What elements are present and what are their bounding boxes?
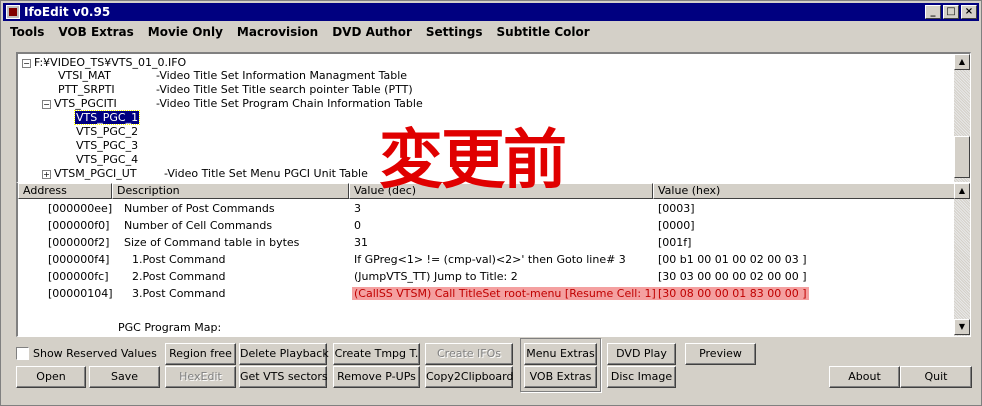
- cell-value-dec: (JumpVTS_TT) Jump to Title: 2: [354, 270, 518, 283]
- cell-address: [000000f4]: [48, 253, 110, 266]
- menu-subtitle-color[interactable]: Subtitle Color: [490, 25, 597, 39]
- cell-value-dec-highlighted: (CallSS VTSM) Call TitleSet root-menu [R…: [352, 287, 658, 300]
- tree-item-label: PTT_SRPTI: [58, 83, 115, 96]
- cell-description: Number of Cell Commands: [124, 219, 273, 232]
- minimize-icon[interactable]: _: [925, 5, 941, 19]
- cell-value-hex: [0003]: [658, 202, 695, 215]
- tree-item-label: VTS_PGC_3: [76, 139, 139, 152]
- expand-icon[interactable]: +: [42, 169, 51, 179]
- save-button[interactable]: Save: [89, 366, 160, 388]
- tree-item-label: VTS_PGC_4: [76, 153, 139, 166]
- app-icon[interactable]: [6, 5, 20, 19]
- tree-item-vts-pgc-3[interactable]: VTS_PGC_3: [76, 139, 138, 153]
- col-header-description[interactable]: Description: [112, 183, 349, 199]
- collapse-icon[interactable]: −: [22, 58, 31, 68]
- cell-address: [000000f2]: [48, 236, 110, 249]
- window-title: IfoEdit v0.95: [24, 5, 111, 19]
- show-reserved-label: Show Reserved Values: [33, 347, 157, 360]
- remove-pups-button[interactable]: Remove P-UPs: [333, 366, 420, 388]
- tree-item-label: VTSI_MAT: [58, 69, 111, 82]
- col-header-address[interactable]: Address: [18, 183, 112, 199]
- cell-value-hex: [00 b1 00 01 00 02 00 03 ]: [658, 253, 807, 266]
- col-header-value-hex[interactable]: Value (hex): [653, 183, 956, 199]
- tree-item-desc: -Video Title Set Menu PGCI Unit Table: [164, 167, 368, 180]
- tree-item-desc: -Video Title Set Program Chain Informati…: [156, 97, 423, 110]
- tree-item-label: VTSM_PGCI_UT: [54, 167, 137, 180]
- tree-item-desc: -Video Title Set Information Managment T…: [156, 69, 408, 82]
- tree-root[interactable]: − F:¥VIDEO_TS¥VTS_01_0.IFO: [22, 56, 186, 70]
- copy-to-clipboard-button[interactable]: Copy2Clipboard: [425, 366, 513, 388]
- app-window: IfoEdit v0.95 _ □ × Tools VOB Extras Mov…: [0, 0, 982, 406]
- scroll-up-icon[interactable]: ▲: [954, 183, 970, 199]
- dvd-play-button[interactable]: DVD Play: [607, 343, 676, 365]
- scroll-up-icon[interactable]: ▲: [954, 54, 970, 70]
- tree-item-vts-pgciti[interactable]: − VTS_PGCITI: [42, 97, 117, 111]
- menu-dvd-author[interactable]: DVD Author: [325, 25, 419, 39]
- hexedit-button[interactable]: HexEdit: [165, 366, 236, 388]
- cell-description: 3.Post Command: [132, 287, 226, 300]
- tree-scrollbar[interactable]: ▲: [954, 54, 970, 182]
- cell-address: [000000ee]: [48, 202, 113, 215]
- collapse-icon[interactable]: −: [42, 99, 51, 109]
- cell-description: Size of Command table in bytes: [124, 236, 300, 249]
- vob-extras-button[interactable]: VOB Extras: [524, 366, 597, 388]
- menu-extras-button[interactable]: Menu Extras: [524, 343, 597, 365]
- open-button[interactable]: Open: [16, 366, 86, 388]
- pgc-program-map-label: PGC Program Map:: [118, 321, 222, 334]
- tree-item-ptt-srpti[interactable]: PTT_SRPTI: [58, 83, 115, 97]
- tree-item-vtsm-pgci-ut[interactable]: + VTSM_PGCI_UT: [42, 167, 137, 181]
- cell-value-hex: [30 03 00 00 00 02 00 00 ]: [658, 270, 807, 283]
- checkbox-box[interactable]: [16, 347, 29, 360]
- preview-button[interactable]: Preview: [685, 343, 756, 365]
- menu-movie-only[interactable]: Movie Only: [141, 25, 230, 39]
- cell-address: [00000104]: [48, 287, 113, 300]
- menu-tools[interactable]: Tools: [3, 25, 51, 39]
- cell-description: 2.Post Command: [132, 270, 226, 283]
- tree-item-label: VTS_PGC_2: [76, 125, 139, 138]
- annotation-before-change: 変更前: [379, 123, 567, 198]
- title-bar[interactable]: IfoEdit v0.95 _ □ ×: [3, 3, 979, 21]
- tree-item-vts-pgc-1[interactable]: VTS_PGC_1: [73, 110, 141, 125]
- tree-item-vtsi-mat[interactable]: VTSI_MAT: [58, 69, 111, 83]
- menu-macrovision[interactable]: Macrovision: [230, 25, 325, 39]
- create-tmpg-button[interactable]: Create Tmpg T.: [333, 343, 420, 365]
- tree-item-label-selected: VTS_PGC_1: [73, 110, 141, 125]
- tree-item-label: VTS_PGCITI: [54, 97, 117, 110]
- disc-image-button[interactable]: Disc Image: [607, 366, 676, 388]
- scroll-thumb[interactable]: [954, 136, 970, 178]
- cell-value-dec: 31: [354, 236, 368, 249]
- tree-item-vts-pgc-2[interactable]: VTS_PGC_2: [76, 125, 138, 139]
- create-ifos-button[interactable]: Create IFOs: [425, 343, 513, 365]
- cell-description: Number of Post Commands: [124, 202, 275, 215]
- menu-vob-extras[interactable]: VOB Extras: [51, 25, 140, 39]
- cell-value-hex-highlighted: [30 08 00 00 01 83 00 00 ]: [656, 287, 809, 300]
- about-button[interactable]: About: [829, 366, 900, 388]
- menu-settings[interactable]: Settings: [419, 25, 490, 39]
- cell-value-hex: [001f]: [658, 236, 692, 249]
- cell-address: [000000f0]: [48, 219, 110, 232]
- details-list-view[interactable]: Address Description Value (dec) Value (h…: [16, 183, 971, 337]
- get-vts-sectors-button[interactable]: Get VTS sectors: [239, 366, 328, 388]
- cell-description: 1.Post Command: [132, 253, 226, 266]
- cell-value-dec: 3: [354, 202, 361, 215]
- cell-value-dec: 0: [354, 219, 361, 232]
- scroll-down-icon[interactable]: ▼: [954, 319, 970, 335]
- region-free-button[interactable]: Region free: [165, 343, 236, 365]
- cell-value-hex: [0000]: [658, 219, 695, 232]
- cell-address: [000000fc]: [48, 270, 109, 283]
- tree-item-vts-pgc-4[interactable]: VTS_PGC_4: [76, 153, 138, 167]
- quit-button[interactable]: Quit: [900, 366, 972, 388]
- tree-item-desc: -Video Title Set Title search pointer Ta…: [156, 83, 413, 96]
- close-icon[interactable]: ×: [961, 5, 977, 19]
- tree-root-label: F:¥VIDEO_TS¥VTS_01_0.IFO: [34, 56, 187, 69]
- show-reserved-checkbox[interactable]: Show Reserved Values: [16, 347, 157, 360]
- menu-bar: Tools VOB Extras Movie Only Macrovision …: [3, 22, 597, 42]
- maximize-icon[interactable]: □: [943, 5, 959, 19]
- list-scrollbar[interactable]: ▲ ▼: [954, 183, 970, 336]
- delete-playback-button[interactable]: Delete Playback: [239, 343, 329, 365]
- cell-value-dec: If GPreg<1> != (cmp-val)<2>' then Goto l…: [354, 253, 626, 266]
